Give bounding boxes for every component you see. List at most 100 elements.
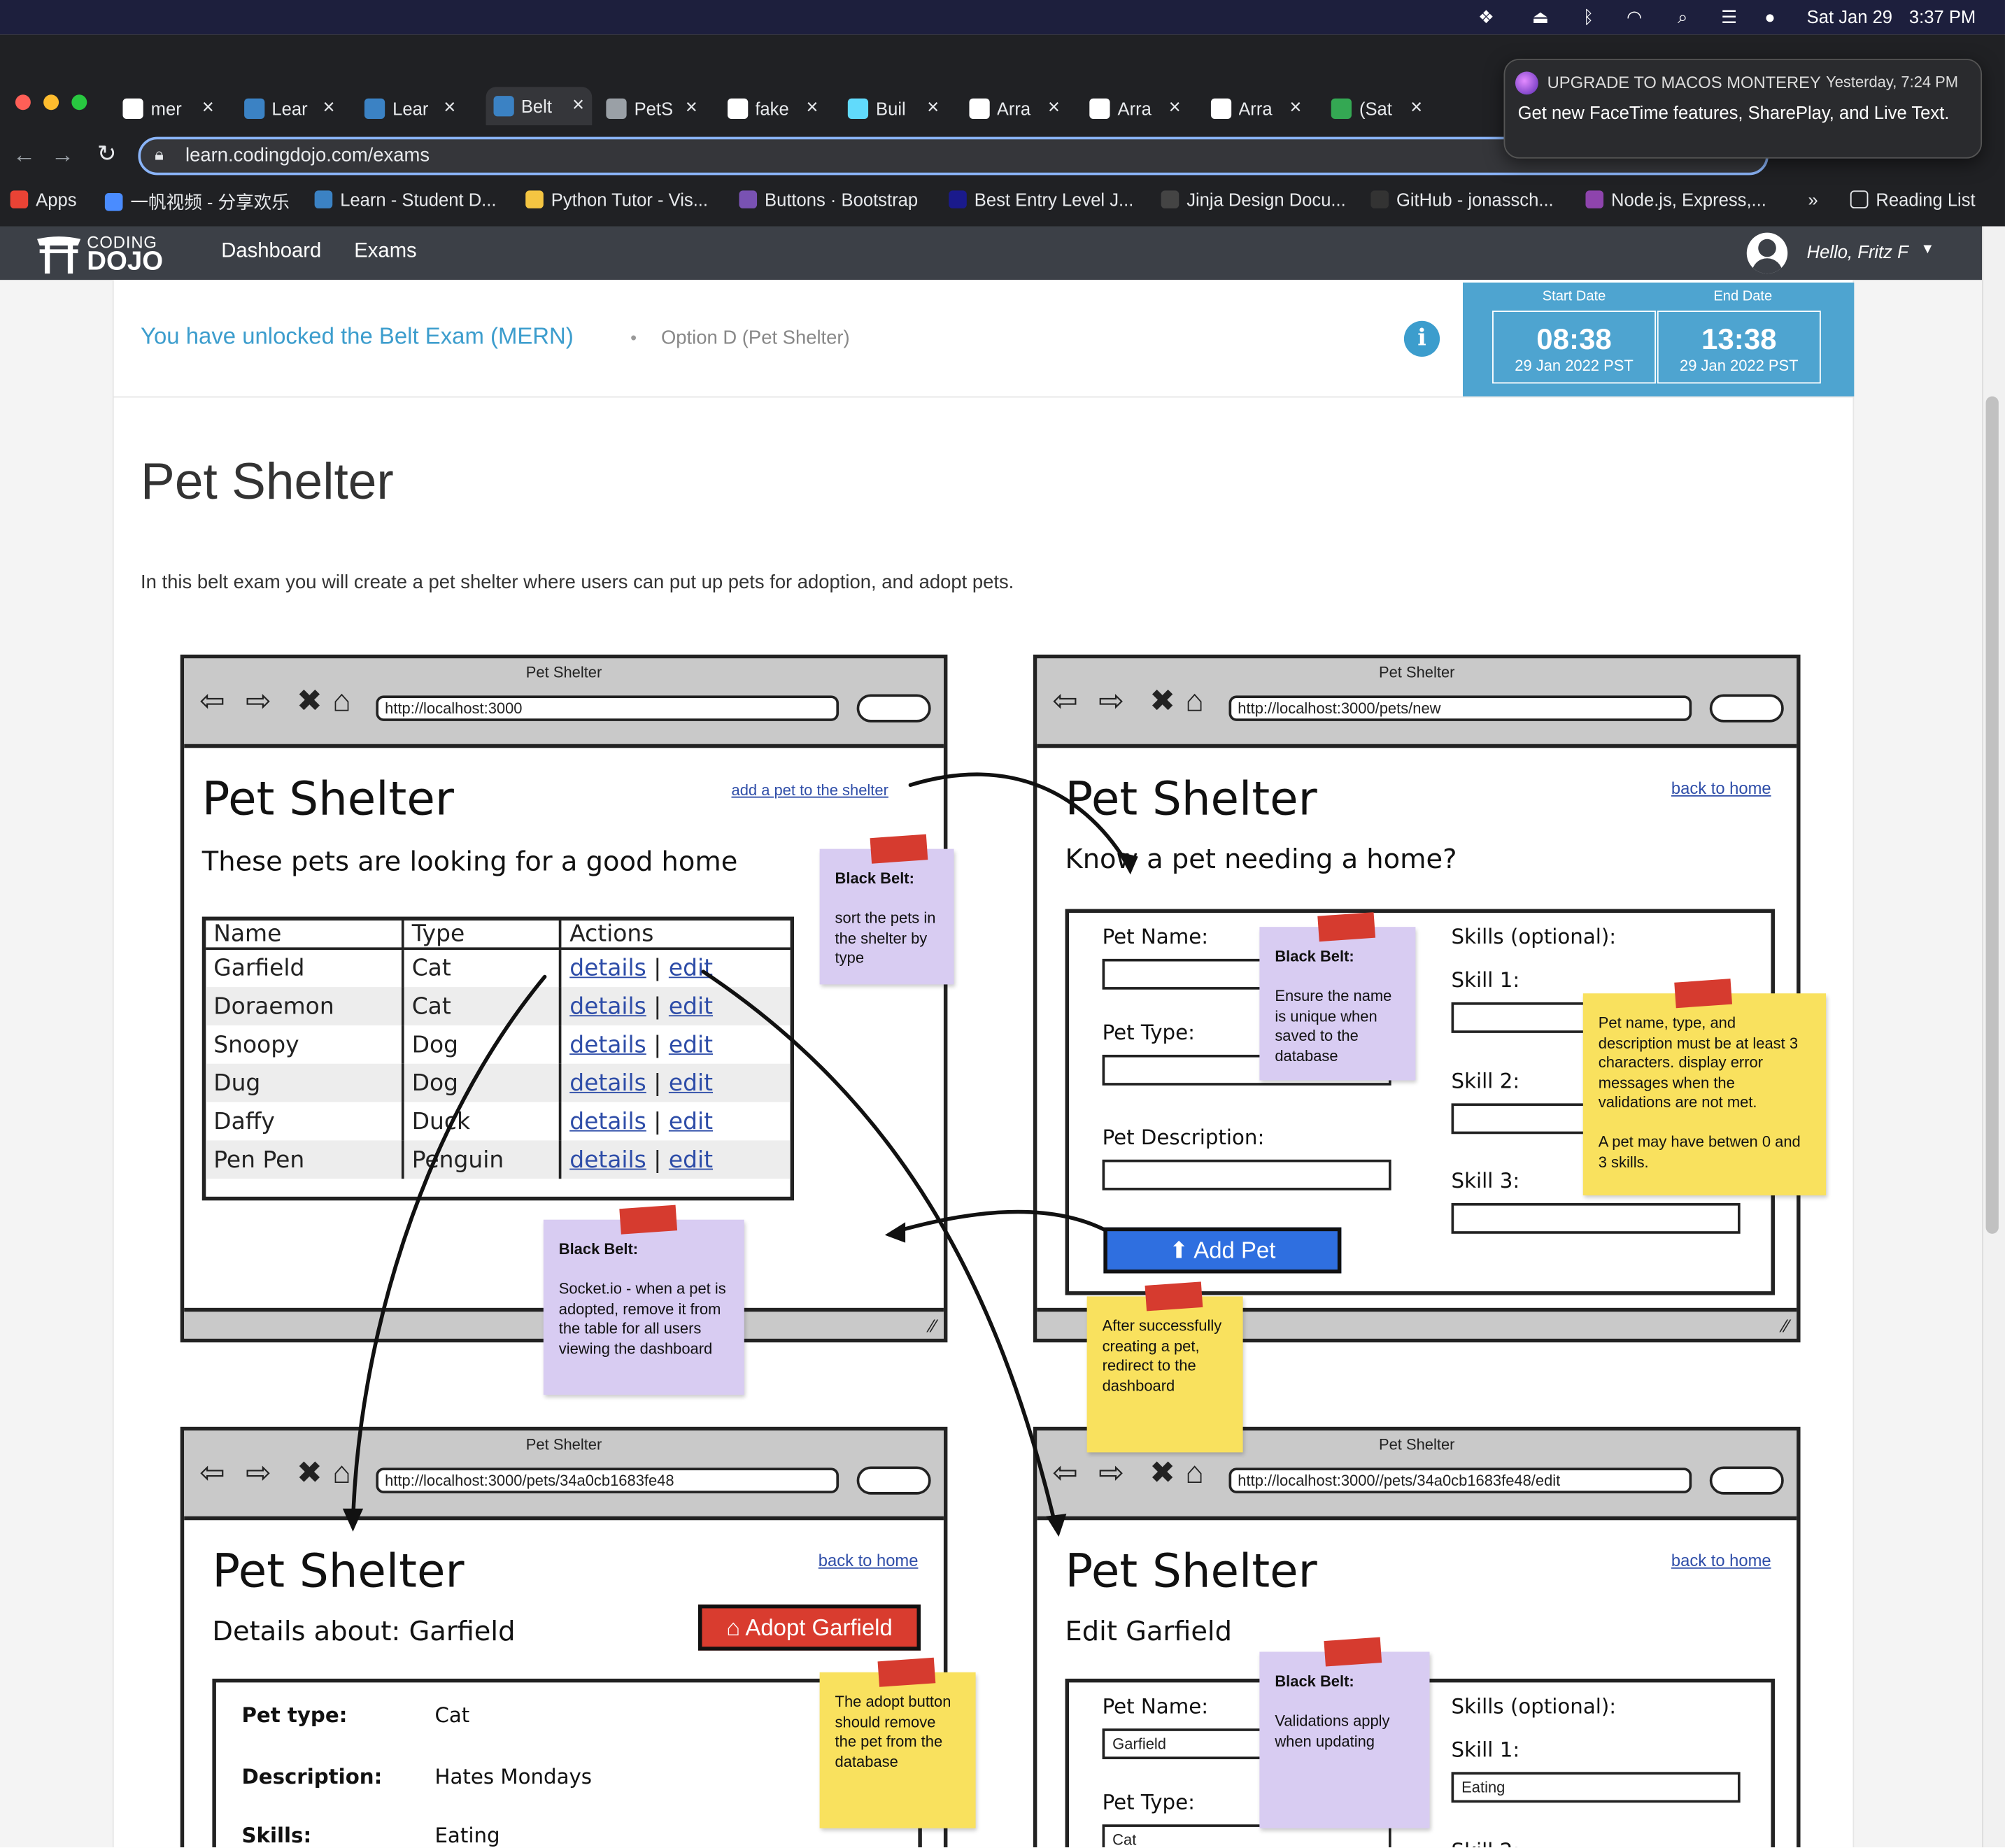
reading-list-button[interactable]: Reading List: [1850, 190, 1976, 210]
url-text[interactable]: learn.codingdojo.com/exams: [185, 145, 430, 166]
tab-0[interactable]: mer ×: [122, 92, 214, 126]
tab-7[interactable]: Arra ×: [968, 92, 1060, 126]
note-redirect: After successfully creating a pet, redir…: [1086, 1281, 1243, 1453]
note-validations: Pet name, type, and description must be …: [1582, 979, 1827, 1195]
tab-4[interactable]: PetS ×: [606, 92, 697, 126]
arrowhead-new: [1117, 851, 1138, 875]
tab-9[interactable]: Arra ×: [1210, 92, 1301, 126]
arrow-edit: [701, 969, 1058, 1531]
tab-label: Lear: [392, 98, 429, 119]
bookmark-2[interactable]: Learn - Student D...: [314, 189, 497, 210]
tab-close-icon[interactable]: ×: [202, 97, 214, 120]
scrollbar-thumb[interactable]: [1985, 396, 1999, 1234]
note-text-2: A pet may have betwen 0 and 3 skills.: [1598, 1132, 1801, 1171]
tab-favicon-icon: [122, 98, 143, 119]
tab-label: Arra: [1117, 98, 1152, 119]
bookmark-label: Apps: [36, 189, 77, 210]
bookmark-icon: [10, 190, 29, 208]
start-time: 08:38: [1536, 322, 1612, 356]
bookmark-label: Node.js, Express,...: [1611, 189, 1766, 210]
bookmark-5[interactable]: Best Entry Level J...: [949, 190, 1133, 210]
tab-close-icon[interactable]: ×: [1410, 97, 1422, 120]
tab-6[interactable]: Buil ×: [847, 92, 939, 126]
bookmark-3[interactable]: Python Tutor - Vis...: [525, 190, 708, 210]
arrow-details: [350, 974, 547, 1526]
macos-notification[interactable]: UPGRADE TO MACOS MONTEREY Yesterday, 7:2…: [1503, 59, 1983, 159]
note-heading: Black Belt:: [1275, 1672, 1354, 1691]
bookmark-icon: [949, 190, 967, 208]
note-heading: Black Belt:: [1275, 947, 1354, 965]
site-navbar: CODING DOJO Dashboard Exams Hello, Fritz…: [0, 226, 1983, 280]
note-text: Socket.io - when a pet is adopted, remov…: [558, 1279, 726, 1358]
tab-10[interactable]: (Sat ×: [1331, 92, 1422, 126]
forward-icon[interactable]: →: [51, 142, 74, 169]
tab-5[interactable]: fake ×: [727, 92, 819, 126]
tab-label: Belt: [520, 96, 552, 117]
dropbox-icon[interactable]: ❖: [1478, 6, 1494, 28]
back-icon[interactable]: ←: [13, 142, 36, 169]
bookmark-label: Learn - Student D...: [340, 189, 497, 210]
info-icon[interactable]: i: [1403, 320, 1440, 357]
note-update-validations: Black Belt: Validations apply when updati…: [1259, 1637, 1430, 1828]
tab-close-icon[interactable]: ×: [444, 97, 455, 120]
tab-1[interactable]: Lear ×: [243, 92, 335, 126]
arrowhead-home: [884, 1222, 906, 1243]
tab-favicon-icon: [1089, 98, 1110, 119]
bookmark-label: Best Entry Level J...: [974, 189, 1134, 210]
bookmark-1[interactable]: 一帆视频 - 分享欢乐: [104, 190, 290, 215]
bookmark-4[interactable]: Buttons · Bootstrap: [739, 190, 918, 210]
macos-menubar: ❖ ⏏ ᛒ ◠ ⌕ ☰ ● Sat Jan 29 3:37 PM: [0, 0, 2005, 35]
siri-icon[interactable]: ●: [1764, 6, 1775, 27]
tab-2[interactable]: Lear ×: [364, 92, 455, 126]
minimize-window-button[interactable]: [43, 94, 59, 111]
close-window-button[interactable]: [15, 94, 31, 111]
tab-8[interactable]: Arra ×: [1089, 92, 1181, 126]
bookmark-label: Buttons · Bootstrap: [765, 189, 919, 210]
bookmark-6[interactable]: Jinja Design Docu...: [1161, 190, 1346, 210]
nav-dashboard[interactable]: Dashboard: [221, 241, 321, 264]
separator-dot: •: [630, 327, 637, 348]
tab-favicon-icon: [606, 98, 627, 119]
end-date-label: End Date: [1713, 289, 1773, 305]
bluetooth-icon[interactable]: ᛒ: [1583, 6, 1594, 27]
wireframe-image: Pet Shelter ⇦ ⇨ ✖ ⌂ http://localhost:300…: [167, 639, 1855, 1848]
avatar[interactable]: [1746, 232, 1788, 274]
end-date-box: 13:38 29 Jan 2022 PST: [1657, 311, 1821, 384]
bookmark-icon: [314, 190, 333, 208]
note-unique-name: Black Belt: Ensure the name is unique whe…: [1259, 912, 1416, 1081]
bookmarks-more-button[interactable]: »: [1808, 190, 1818, 210]
nav-exams[interactable]: Exams: [354, 241, 416, 264]
tab-close-icon[interactable]: ×: [1169, 97, 1181, 120]
tab-close-icon[interactable]: ×: [686, 97, 697, 120]
eject-icon[interactable]: ⏏: [1532, 6, 1549, 28]
tab-close-icon[interactable]: ×: [1048, 97, 1060, 120]
bookmark-icon: [1585, 190, 1604, 208]
chevron-down-icon[interactable]: ▼: [1920, 241, 1934, 257]
zoom-window-button[interactable]: [71, 94, 87, 111]
tab-close-icon[interactable]: ×: [927, 97, 939, 120]
tab-close-icon[interactable]: ×: [323, 97, 335, 120]
arrowhead-details: [342, 1508, 364, 1532]
bookmark-label: GitHub - jonassch...: [1396, 189, 1554, 210]
wifi-icon[interactable]: ◠: [1627, 6, 1642, 28]
tab-label: Buil: [876, 98, 906, 119]
tab-close-icon[interactable]: ×: [806, 97, 818, 120]
reload-icon[interactable]: ↻: [97, 141, 117, 167]
end-time: 13:38: [1701, 322, 1777, 356]
bookmark-7[interactable]: GitHub - jonassch...: [1370, 189, 1554, 210]
note-text: Pet name, type, and description must be …: [1598, 1014, 1799, 1111]
tab-close-icon[interactable]: ×: [1289, 97, 1301, 120]
bookmark-8[interactable]: Node.js, Express,...: [1585, 190, 1766, 210]
note-text: The adopt button should remove the pet f…: [835, 1693, 951, 1770]
control-center-icon[interactable]: ☰: [1721, 6, 1737, 28]
spotlight-icon[interactable]: ⌕: [1678, 6, 1687, 28]
bookmark-icon: [525, 190, 544, 208]
tab-3[interactable]: Belt ×: [485, 87, 592, 126]
note-adopt: The adopt button should remove the pet f…: [819, 1657, 976, 1828]
note-text: After successfully creating a pet, redir…: [1102, 1316, 1222, 1395]
tab-close-icon[interactable]: ×: [572, 94, 584, 118]
tab-favicon-icon: [727, 98, 748, 119]
page-title: Pet Shelter: [141, 453, 394, 511]
bookmark-0[interactable]: Apps: [10, 190, 77, 210]
user-greeting[interactable]: Hello, Fritz F: [1807, 241, 1908, 262]
